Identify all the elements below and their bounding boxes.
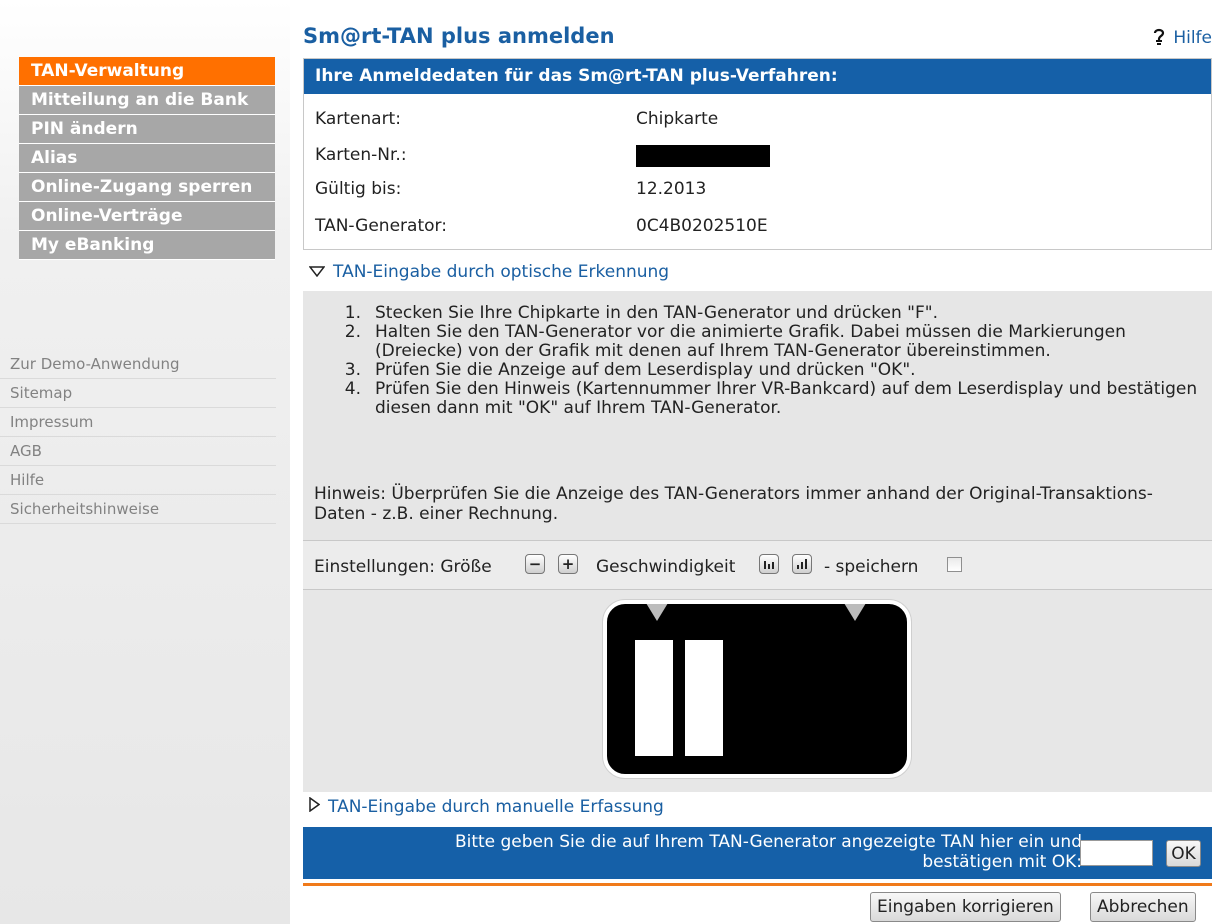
sidebar-links: Zur Demo-Anwendung Sitemap Impressum AGB… [0, 350, 276, 524]
link-sitemap[interactable]: Sitemap [0, 379, 276, 408]
login-data-header: Ihre Anmeldedaten für das Sm@rt-TAN plus… [304, 59, 1211, 94]
link-demo[interactable]: Zur Demo-Anwendung [0, 350, 276, 379]
sidebar-item-zugang-sperren[interactable]: Online-Zugang sperren [19, 173, 275, 202]
sidebar-item-mitteilung[interactable]: Mitteilung an die Bank [19, 86, 275, 115]
tan-input[interactable] [1080, 840, 1153, 866]
step-2: 2. Halten Sie den TAN-Generator vor die a… [344, 322, 1126, 361]
flicker-graphic [603, 600, 911, 778]
toggle-manual-label: TAN-Eingabe durch manuelle Erfassung [328, 797, 664, 817]
speed-faster-button[interactable] [792, 554, 812, 574]
tan-entry-prompt: Bitte geben Sie die auf Ihrem TAN-Genera… [455, 832, 1082, 872]
speed-slow-icon [764, 561, 774, 569]
flicker-code-area [303, 590, 1212, 792]
link-hilfe[interactable]: Hilfe [0, 466, 276, 495]
settings-save-label: - speichern [824, 557, 919, 577]
ok-button[interactable]: OK [1166, 840, 1201, 867]
plus-icon: + [561, 555, 575, 573]
help-label: Hilfe [1173, 28, 1212, 48]
hint-text: Hinweis: Überprüfen Sie die Anzeige des … [314, 484, 1153, 524]
triangle-down-icon [308, 266, 326, 278]
sidebar-item-my-ebanking[interactable]: My eBanking [19, 231, 275, 260]
row-label: TAN-Generator: [315, 216, 447, 236]
triangle-right-icon [309, 796, 321, 813]
row-value: 12.2013 [636, 179, 707, 199]
sidebar-nav: TAN-Verwaltung Mitteilung an die Bank PI… [19, 57, 275, 260]
row-label: Kartenart: [315, 109, 401, 129]
toggle-manual-entry[interactable]: TAN-Eingabe durch manuelle Erfassung [309, 796, 664, 817]
login-data-box: Ihre Anmeldedaten für das Sm@rt-TAN plus… [303, 58, 1212, 250]
page-title: Sm@rt-TAN plus anmelden [303, 24, 615, 48]
divider-line [303, 883, 1212, 886]
speed-slower-button[interactable] [759, 554, 779, 574]
row-label: Gültig bis: [315, 179, 402, 199]
sidebar-item-vertraege[interactable]: Online-Verträge [19, 202, 275, 231]
help-link[interactable]: Hilfe [1151, 27, 1212, 48]
flicker-bar [685, 640, 723, 756]
size-increase-button[interactable]: + [558, 554, 578, 574]
help-icon [1154, 28, 1165, 45]
sidebar-item-pin-aendern[interactable]: PIN ändern [19, 115, 275, 144]
instructions-panel: 1. Stecken Sie Ihre Chipkarte in den TAN-… [303, 291, 1212, 540]
row-value: Chipkarte [636, 109, 719, 129]
sidebar-item-alias[interactable]: Alias [19, 144, 275, 173]
toggle-optical-entry[interactable]: TAN-Eingabe durch optische Erkennung [308, 262, 670, 282]
tan-prompt-line2: bestätigen mit OK: [922, 852, 1082, 872]
size-decrease-button[interactable]: − [525, 554, 545, 574]
settings-size-label: Einstellungen: Größe [314, 557, 492, 577]
sidebar: TAN-Verwaltung Mitteilung an die Bank PI… [0, 0, 290, 924]
toggle-optical-label: TAN-Eingabe durch optische Erkennung [333, 262, 670, 282]
marker-triangle-right [844, 604, 866, 621]
tan-prompt-line1: Bitte geben Sie die auf Ihrem TAN-Genera… [454, 832, 1082, 852]
correct-entries-button[interactable]: Eingaben korrigieren [870, 892, 1061, 922]
speed-fast-icon [797, 559, 807, 569]
settings-speed-label: Geschwindigkeit [596, 557, 736, 577]
flicker-bar [635, 640, 673, 756]
sidebar-item-tan-verwaltung[interactable]: TAN-Verwaltung [19, 57, 275, 86]
save-settings-checkbox[interactable] [947, 557, 962, 572]
row-value: 0C4B0202510E [636, 216, 768, 236]
link-impressum[interactable]: Impressum [0, 408, 276, 437]
step-1: 1. Stecken Sie Ihre Chipkarte in den TAN-… [344, 303, 938, 323]
tan-entry-bar: Bitte geben Sie die auf Ihrem TAN-Genera… [303, 827, 1212, 879]
redacted-card-number [636, 145, 770, 172]
link-sicherheitshinweise[interactable]: Sicherheitshinweise [0, 495, 276, 524]
link-agb[interactable]: AGB [0, 437, 276, 466]
cancel-button[interactable]: Abbrechen [1090, 892, 1196, 922]
instruction-steps: 1. Stecken Sie Ihre Chipkarte in den TAN-… [325, 304, 1205, 418]
row-label: Karten-Nr.: [315, 145, 407, 165]
minus-icon: − [528, 555, 542, 573]
settings-bar: Einstellungen: Größe − + Geschwindigkeit… [303, 540, 1212, 590]
step-3: 3. Prüfen Sie die Anzeige auf dem Leserdi… [344, 360, 916, 380]
step-4: 4. Prüfen Sie den Hinweis (Kartennummer I… [344, 379, 1198, 418]
marker-triangle-left [646, 604, 668, 621]
